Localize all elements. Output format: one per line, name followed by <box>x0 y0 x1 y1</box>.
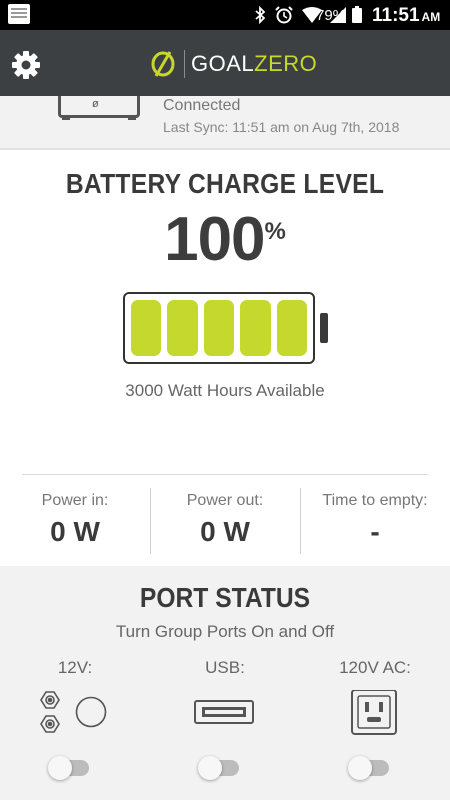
battery-percent: 79% <box>316 7 347 24</box>
clock-ampm: AM <box>421 10 441 24</box>
battery-charge-title: BATTERY CHARGE LEVEL <box>65 168 385 199</box>
app-notification-icon <box>8 4 30 24</box>
power-stats: Power in: 0 W Power out: 0 W Time to emp… <box>0 486 450 556</box>
port-status-title: PORT STATUS <box>139 582 311 613</box>
power-out-label: Power out: <box>186 492 264 509</box>
battery-cell <box>240 300 271 356</box>
toggle-12v[interactable] <box>48 756 89 780</box>
battery-cell <box>167 300 198 356</box>
goal-zero-mark-icon <box>151 51 175 77</box>
logo-word-goal: GOAL <box>191 51 255 76</box>
battery-cell <box>131 300 162 356</box>
stats-divider <box>22 474 428 475</box>
logo-word-zero: ZERO <box>254 51 318 76</box>
port-status-section: PORT STATUS Turn Group Ports On and Off … <box>0 566 450 800</box>
port-label-ac: 120V AC: <box>339 658 411 677</box>
battery-cell <box>276 300 308 356</box>
logo-wordmark: GOALZERO <box>191 51 317 77</box>
battery-charge-percent: 100% <box>0 204 450 275</box>
toggle-knob <box>348 756 372 780</box>
toggle-usb[interactable] <box>198 756 239 780</box>
power-in-value: 0 W <box>50 516 100 547</box>
device-foot-right <box>128 116 136 120</box>
toggle-ac[interactable] <box>348 756 389 780</box>
section-divider <box>0 148 450 150</box>
time-to-empty-label: Time to empty: <box>322 492 428 509</box>
power-in-stat: Power in: 0 W <box>0 486 150 556</box>
last-sync: Last Sync: 11:51 am on Aug 7th, 2018 <box>163 119 400 135</box>
app-header: GOALZERO <box>0 30 450 96</box>
status-bar: 79% 11:51 AM <box>0 0 450 30</box>
battery-icon <box>352 6 362 23</box>
battery-gauge-terminal <box>320 313 328 343</box>
power-in-label: Power in: <box>41 492 109 509</box>
port-label-usb: USB: <box>205 658 245 677</box>
battery-gauge <box>123 292 315 364</box>
device-foot-left <box>62 116 70 120</box>
logo-divider <box>184 50 185 78</box>
watt-hours-available: 3000 Watt Hours Available <box>125 381 325 400</box>
power-station-icon: ø <box>58 96 140 118</box>
gear-icon[interactable] <box>10 49 42 81</box>
port-group-12v: 12V: <box>0 658 150 798</box>
charge-value: 100 <box>164 205 265 274</box>
goal-zero-logo: GOALZERO <box>150 49 317 79</box>
port-status-subtitle: Turn Group Ports On and Off <box>115 622 335 641</box>
ac-outlet-icon <box>351 690 397 735</box>
clock: 11:51 AM <box>372 5 440 27</box>
time-to-empty-value: - <box>370 516 380 547</box>
bluetooth-icon <box>255 6 266 24</box>
power-out-value: 0 W <box>200 516 250 547</box>
charge-unit: % <box>264 218 286 245</box>
battery-cell <box>203 300 235 356</box>
port-label-12v: 12V: <box>57 658 93 677</box>
device-sync-row: ø Connected Last Sync: 11:51 am on Aug 7… <box>0 96 450 148</box>
clock-time: 11:51 <box>372 5 420 26</box>
usb-port-icon <box>194 700 254 724</box>
port-group-usb: USB: <box>150 658 300 798</box>
12v-port-icon <box>40 691 107 733</box>
port-group-ac: 120V AC: <box>300 658 450 798</box>
toggle-knob <box>48 756 72 780</box>
alarm-icon <box>275 6 293 24</box>
device-symbol: ø <box>92 98 99 110</box>
time-to-empty-stat: Time to empty: - <box>300 486 450 556</box>
toggle-knob <box>198 756 222 780</box>
connection-status: Connected <box>163 97 241 114</box>
power-out-stat: Power out: 0 W <box>150 486 300 556</box>
